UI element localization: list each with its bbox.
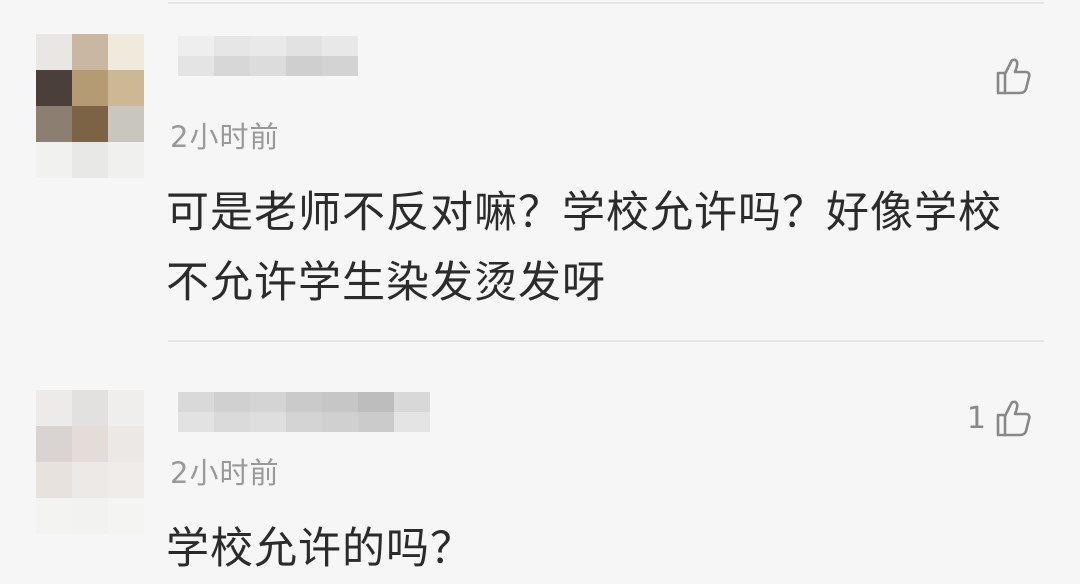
comment-text: 可是老师不反对嘛？学校允许吗？好像学校不允许学生染发烫发呀 (166, 188, 1002, 308)
comment-divider (168, 340, 1044, 342)
username-blurred[interactable] (178, 392, 430, 432)
thumbs-up-icon (994, 56, 1032, 96)
username-blurred[interactable] (178, 36, 358, 76)
like-button[interactable] (986, 56, 1032, 96)
comment-time: 2小时前 (170, 120, 280, 154)
like-button[interactable]: 1 (967, 398, 1032, 438)
top-divider (168, 2, 1044, 4)
avatar[interactable] (36, 390, 144, 534)
like-count: 1 (966, 400, 986, 436)
comment-time: 2小时前 (170, 456, 280, 490)
comment-text: 学校允许的吗？ (166, 524, 474, 574)
avatar[interactable] (36, 34, 144, 178)
thumbs-up-icon (994, 398, 1032, 438)
